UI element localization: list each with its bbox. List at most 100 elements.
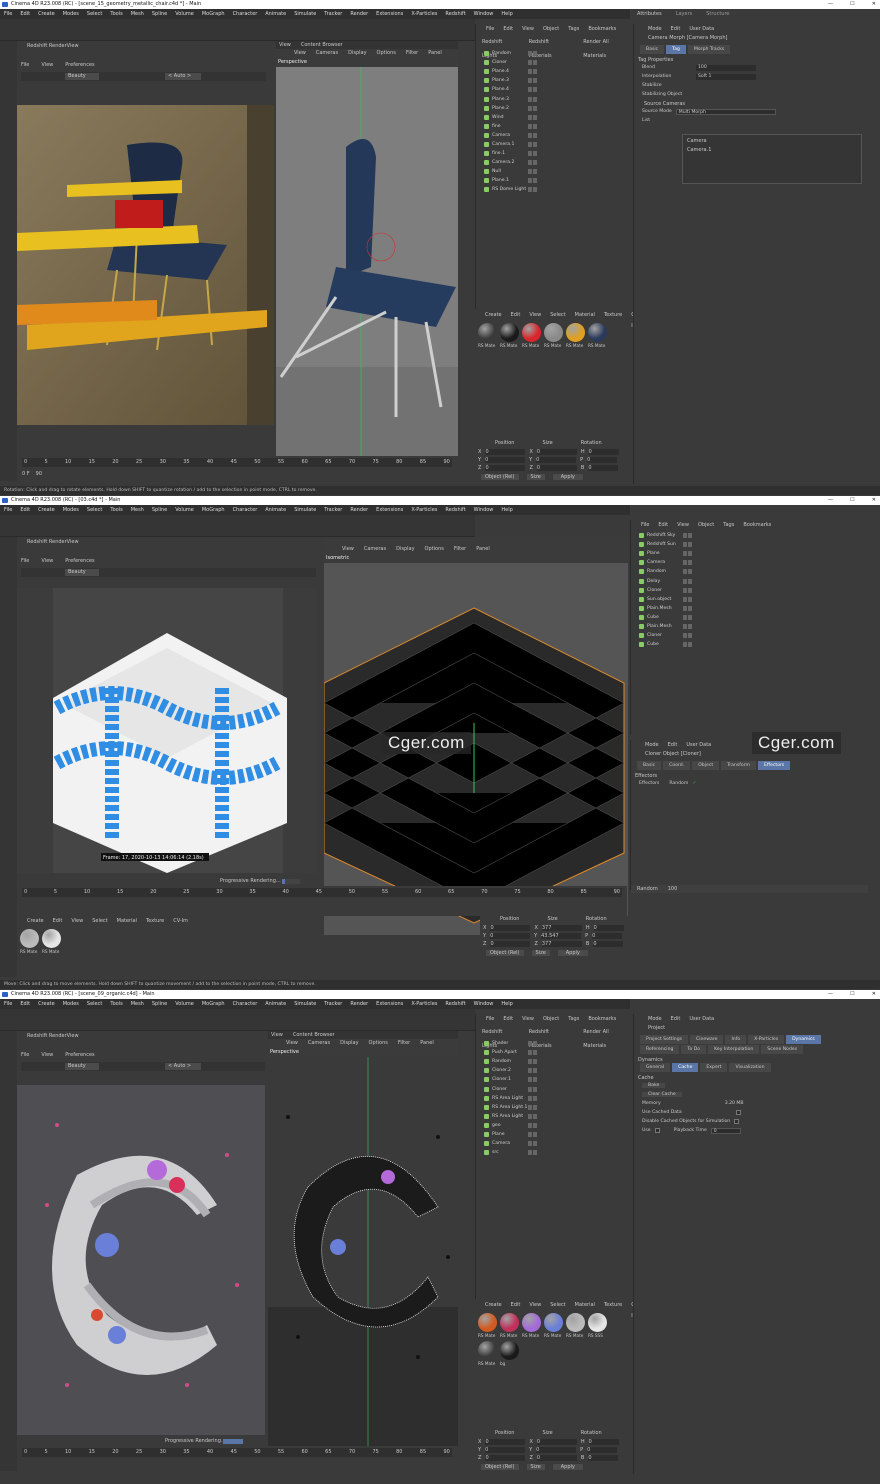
viewport-menu-item[interactable]: Panel: [420, 1039, 434, 1048]
viewport-menu-item[interactable]: Filter: [454, 545, 466, 554]
object-name[interactable]: Plane.3: [492, 97, 509, 102]
timeline[interactable]: 0 5 10 15 20 25 30 35 40 45 50 55 60 65 70 75 80 85 90 0 F…: [17, 456, 457, 486]
object-name[interactable]: Wind: [492, 115, 504, 120]
object-name[interactable]: Shader: [492, 1041, 508, 1046]
menu-item[interactable]: Redshift: [445, 999, 465, 1009]
timeline-ruler[interactable]: 0 5 10 15 20 25 30 35 40 45 50 55 60 65 70 75 80 85 90: [22, 1448, 452, 1457]
menu-item[interactable]: Volume: [175, 505, 194, 515]
object-menu-item[interactable]: File: [486, 1014, 494, 1025]
coord-rotation-input[interactable]: 0: [587, 1447, 618, 1453]
material-menu-item[interactable]: View: [71, 916, 83, 927]
visibility-toggles[interactable]: [683, 605, 695, 611]
use-checkbox[interactable]: [654, 1128, 660, 1133]
renderview-menu-item[interactable]: Preferences: [65, 62, 94, 68]
menu-item[interactable]: File: [4, 999, 12, 1009]
visibility-toggles[interactable]: [528, 169, 540, 175]
redshift-tab[interactable]: Redshift Materials: [529, 1025, 574, 1049]
visibility-toggles[interactable]: [683, 596, 695, 602]
object-menu-item[interactable]: Object: [698, 520, 714, 531]
coord-size-input[interactable]: 0: [536, 1439, 577, 1445]
menu-item[interactable]: Modes: [63, 9, 79, 19]
clear-cache-button[interactable]: Clear Cache: [642, 1092, 682, 1097]
attribute-menu-item[interactable]: Edit: [671, 24, 681, 35]
close-icon[interactable]: ✕: [872, 990, 876, 999]
object-name[interactable]: Plain.Mesh: [647, 624, 672, 629]
viewport-menu-item[interactable]: Panel: [476, 545, 490, 554]
object-name[interactable]: Camera: [492, 133, 510, 138]
attribute-tab[interactable]: Key Interpolation: [708, 1045, 760, 1054]
material-swatch[interactable]: RS Mate: [522, 1313, 542, 1339]
visibility-toggles[interactable]: [683, 560, 695, 566]
menu-item[interactable]: Help: [501, 999, 512, 1009]
playback-input[interactable]: 0: [710, 1127, 741, 1134]
object-name[interactable]: Camera: [492, 1141, 510, 1146]
menu-item[interactable]: Extensions: [376, 505, 403, 515]
material-swatch[interactable]: bg: [500, 1341, 520, 1367]
menu-item[interactable]: Window: [474, 9, 494, 19]
object-row[interactable]: RS Area Light: [476, 1094, 633, 1103]
menu-item[interactable]: Select: [87, 9, 102, 19]
material-menu-item[interactable]: Material: [575, 1300, 595, 1311]
coord-position-input[interactable]: 0: [490, 933, 531, 939]
menu-item[interactable]: Animate: [265, 999, 286, 1009]
attribute-tab[interactable]: Cineware: [690, 1035, 724, 1044]
object-menu-item[interactable]: File: [641, 520, 649, 531]
menu-item[interactable]: Animate: [265, 9, 286, 19]
menu-item[interactable]: Spline: [152, 9, 167, 19]
attribute-tab[interactable]: To Do: [681, 1045, 707, 1054]
auto-select[interactable]: < Auto >: [165, 73, 201, 80]
menu-item[interactable]: Redshift: [445, 9, 465, 19]
material-menu-item[interactable]: Select: [550, 310, 565, 321]
coord-size-input[interactable]: 0: [536, 1455, 577, 1461]
menu-item[interactable]: Tools: [110, 999, 122, 1009]
attribute-menu-item[interactable]: Mode: [645, 740, 659, 751]
renderview-menu-item[interactable]: View: [41, 1052, 53, 1058]
auto-select[interactable]: < Auto >: [165, 1063, 201, 1070]
object-name[interactable]: fine.1: [492, 151, 505, 156]
visibility-toggles[interactable]: [683, 633, 695, 639]
tab-structure[interactable]: Structure: [706, 10, 729, 19]
menu-item[interactable]: Spline: [152, 999, 167, 1009]
object-name[interactable]: Cube: [647, 615, 659, 620]
material-menu-item[interactable]: Edit: [511, 310, 521, 321]
coord-rotation-input[interactable]: 0: [587, 457, 618, 463]
material-swatch[interactable]: RS Mate: [478, 1341, 498, 1367]
menu-item[interactable]: Redshift: [445, 505, 465, 515]
renderview-menu-item[interactable]: View: [41, 62, 53, 68]
object-menu-item[interactable]: Bookmarks: [588, 24, 616, 35]
menu-item[interactable]: Simulate: [294, 9, 316, 19]
menu-item[interactable]: Character: [233, 999, 258, 1009]
object-row[interactable]: Sun.object: [631, 595, 880, 604]
object-name[interactable]: RS Area Light: [492, 1096, 523, 1101]
attribute-menu-item[interactable]: Mode: [648, 24, 662, 35]
tab-content-browser[interactable]: Content Browser: [293, 1031, 335, 1039]
material-menu-item[interactable]: CV-Im: [173, 916, 188, 927]
visibility-toggles[interactable]: [528, 105, 540, 111]
viewport-menu-item[interactable]: Display: [340, 1039, 358, 1048]
material-swatch[interactable]: RS Mate: [588, 323, 608, 349]
coord-size-input[interactable]: 377: [541, 941, 582, 947]
visibility-toggles[interactable]: [683, 542, 695, 548]
object-menu-item[interactable]: View: [677, 520, 689, 531]
object-name[interactable]: Random: [492, 1059, 511, 1064]
menu-item[interactable]: Volume: [175, 9, 194, 19]
visibility-toggles[interactable]: [528, 69, 540, 75]
object-name[interactable]: Cloner.2: [492, 1068, 511, 1073]
viewport-perspective[interactable]: View Content Browser View Cameras Display Op…: [268, 1031, 458, 1446]
object-name[interactable]: fine: [492, 124, 501, 129]
attribute-tab[interactable]: Object: [692, 761, 720, 770]
viewport-menu-item[interactable]: Cameras: [308, 1039, 330, 1048]
material-swatch[interactable]: RS SSS: [588, 1313, 608, 1339]
material-menu-item[interactable]: Create: [485, 310, 502, 321]
size-select[interactable]: Size: [531, 950, 550, 956]
object-menu-item[interactable]: Object: [543, 1014, 559, 1025]
visibility-toggles[interactable]: [528, 141, 540, 147]
renderview-menu-item[interactable]: Preferences: [65, 558, 94, 564]
material-menu-item[interactable]: Edit: [53, 916, 63, 927]
visibility-toggles[interactable]: [683, 578, 695, 584]
material-menu-item[interactable]: Texture: [146, 916, 164, 927]
object-row[interactable]: RS Area Light: [476, 1112, 633, 1121]
end-frame[interactable]: 90: [36, 470, 42, 478]
visibility-toggles[interactable]: [528, 1150, 540, 1156]
object-name[interactable]: Push Apart: [492, 1050, 517, 1055]
